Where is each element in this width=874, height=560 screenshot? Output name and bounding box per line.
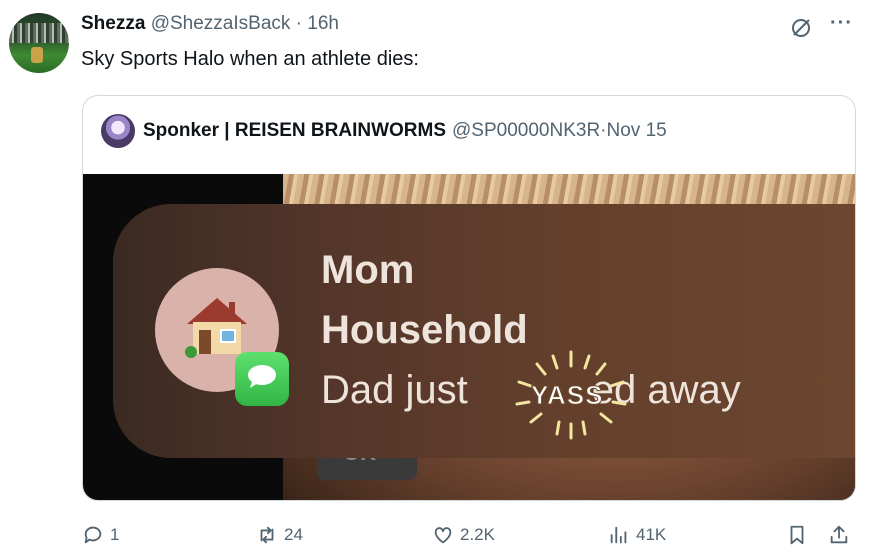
like-button[interactable]: 2.2K (432, 520, 495, 550)
tweet-header: Shezza @ShezzaIsBack · 16h (81, 13, 339, 35)
views-count: 41K (636, 525, 667, 544)
reply-count: 1 (110, 525, 120, 544)
quoted-author-name[interactable]: Sponker | REISEN BRAINWORMS (143, 120, 446, 142)
tweet-actions: 1 24 2.2K 41K (82, 520, 854, 550)
grok-icon[interactable] (789, 16, 813, 40)
author-avatar[interactable] (9, 13, 69, 73)
like-icon (434, 527, 452, 544)
author-name[interactable]: Shezza (81, 13, 145, 34)
quoted-header: Sponker | REISEN BRAINWORMS @SP00000NK3R… (101, 114, 667, 148)
views-icon (610, 526, 627, 544)
quoted-avatar[interactable] (101, 114, 135, 148)
avatar-stadium-stand (9, 23, 69, 43)
notification-title: Mom (321, 248, 415, 292)
author-handle[interactable]: @ShezzaIsBack (151, 13, 291, 34)
reply-icon (84, 526, 102, 544)
avatar-figure (31, 47, 43, 63)
bookmark-icon (790, 525, 804, 545)
quoted-handle[interactable]: @SP00000NK3R (452, 120, 600, 142)
tweet-time[interactable]: 16h (307, 13, 339, 34)
repost-button[interactable]: 24 (256, 520, 303, 550)
quoted-tweet[interactable]: Sponker | REISEN BRAINWORMS @SP00000NK3R… (82, 95, 856, 501)
notification-body-start: Dad just (321, 368, 468, 412)
quoted-media[interactable]: OK Mom Household Dad justed away (83, 174, 855, 500)
repost-count: 24 (284, 525, 303, 544)
share-button[interactable] (828, 520, 856, 550)
notification-subtitle: Household (321, 308, 528, 352)
views-button[interactable]: 41K (608, 520, 666, 550)
share-icon (830, 525, 848, 544)
messages-bubble (248, 365, 276, 388)
bookmark-button[interactable] (786, 520, 814, 550)
reply-button[interactable]: 1 (82, 520, 119, 550)
repost-icon (260, 526, 274, 544)
tweet-text: Sky Sports Halo when an athlete dies: (81, 48, 419, 70)
yass-stamp: YASS (530, 380, 604, 411)
like-count: 2.2K (460, 525, 495, 544)
meta-separator: · (290, 13, 308, 34)
quoted-date[interactable]: Nov 15 (607, 120, 667, 142)
more-icon[interactable]: ··· (830, 12, 853, 35)
